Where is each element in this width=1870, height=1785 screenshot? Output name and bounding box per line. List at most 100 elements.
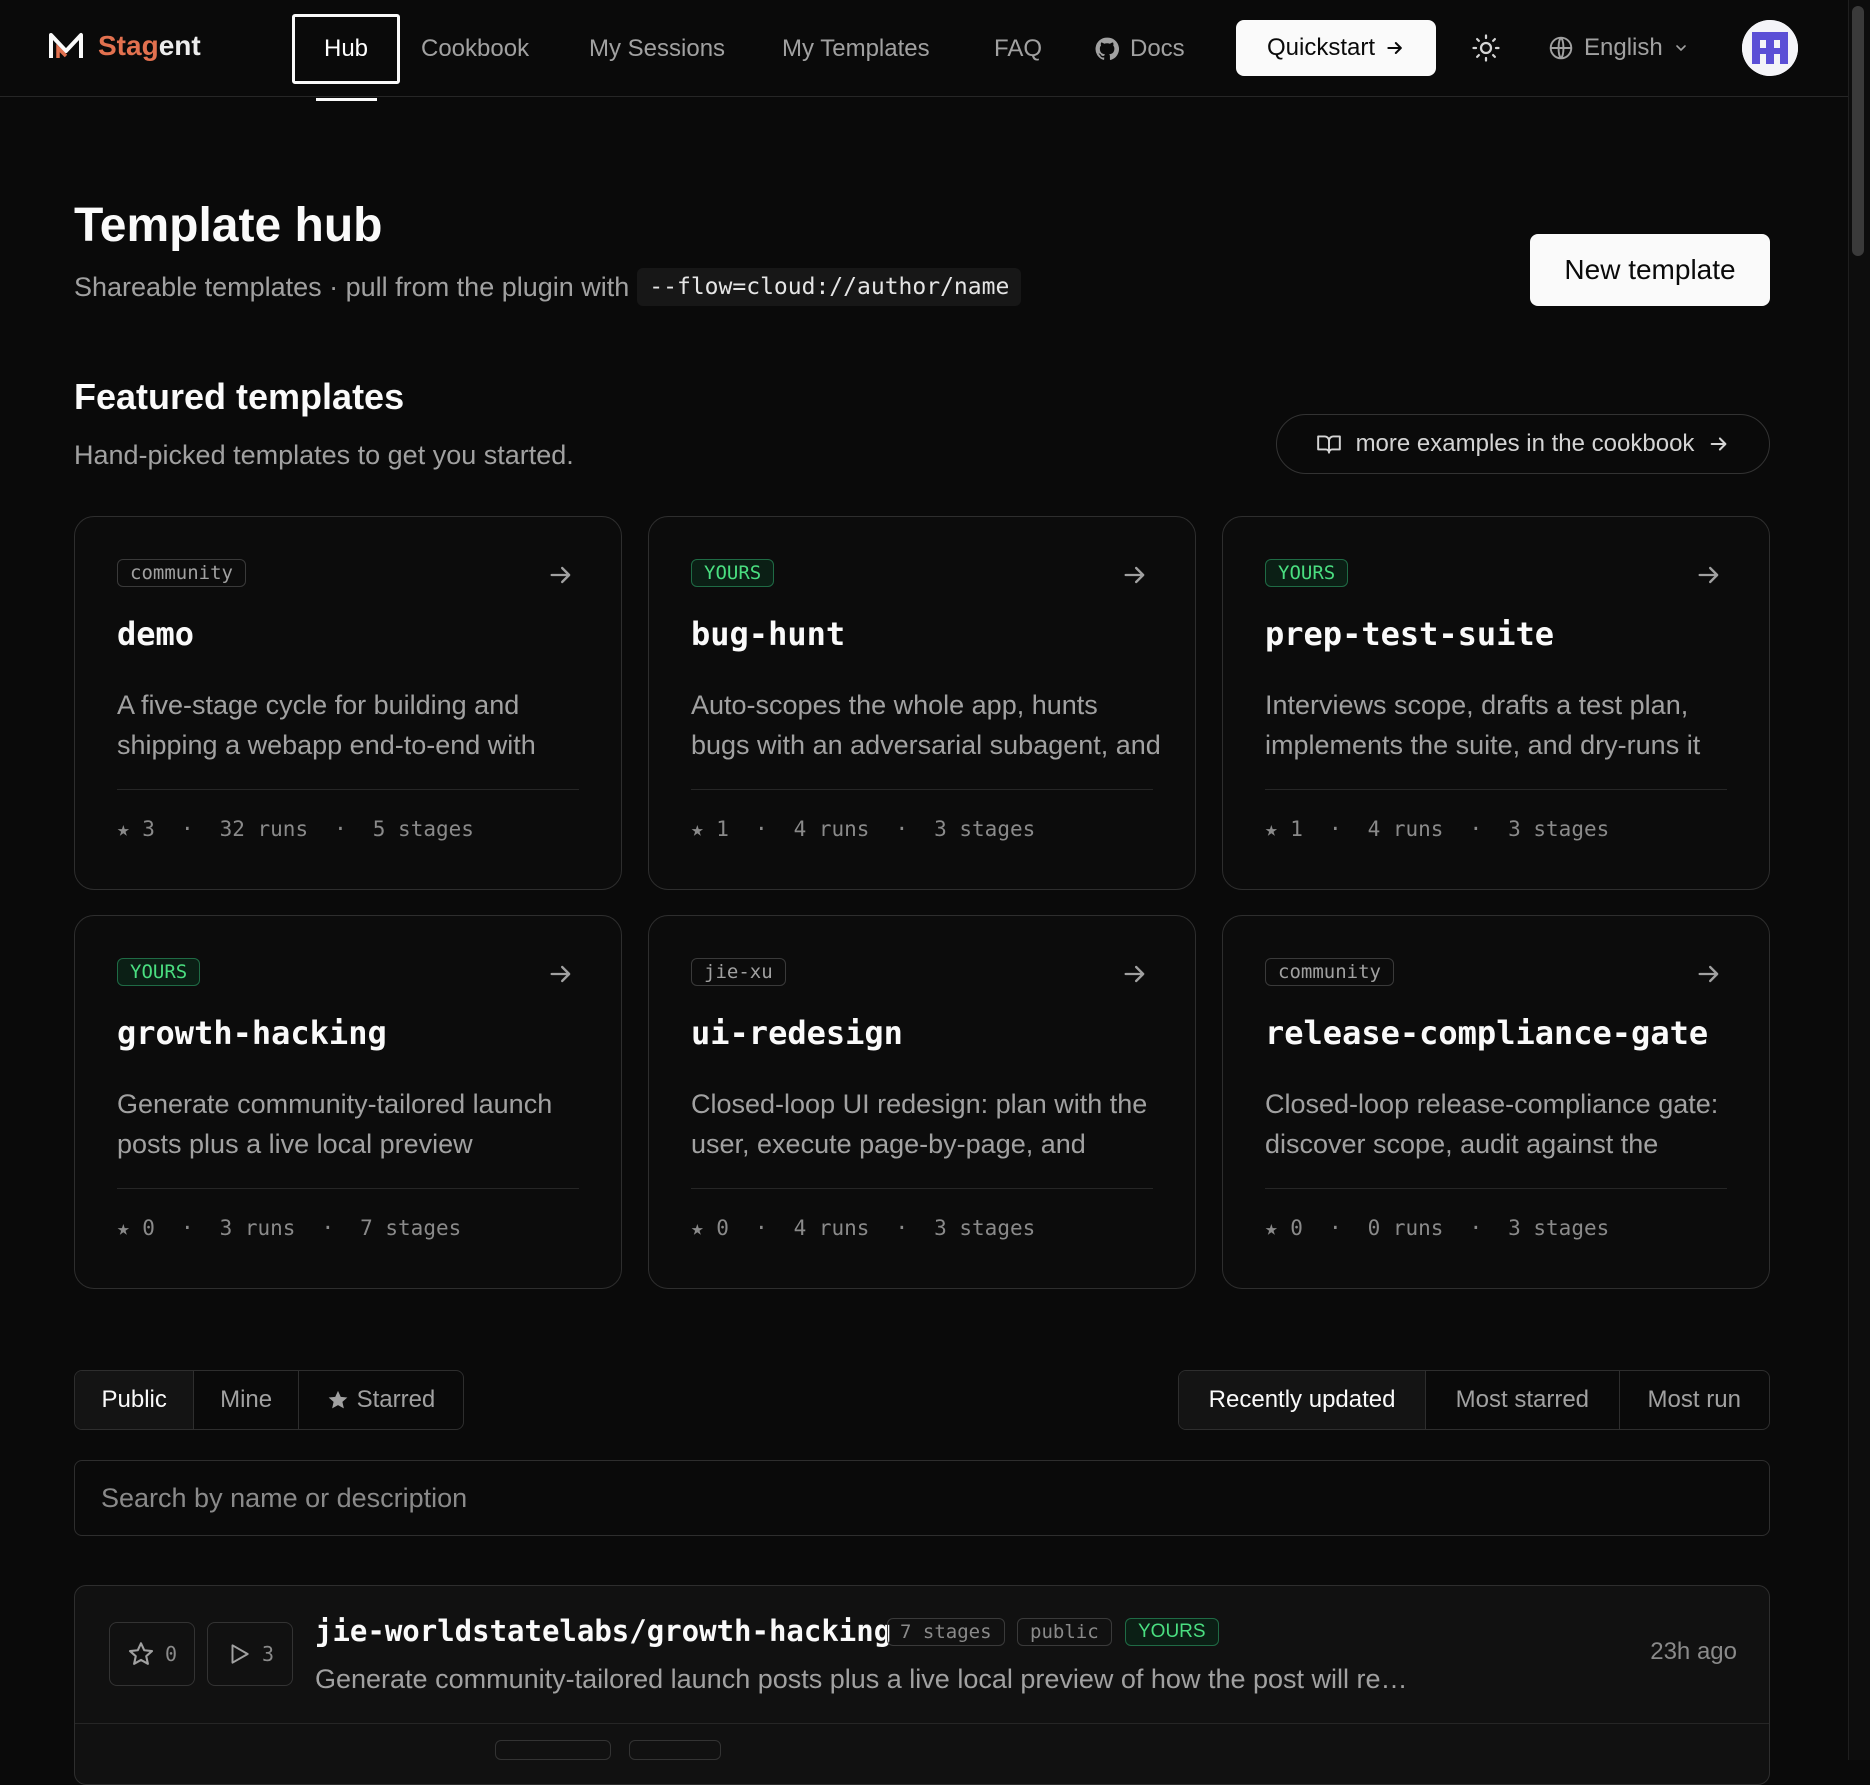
language-select[interactable]: English <box>1548 28 1689 68</box>
card-description: Closed-loop UI redesign: plan with the u… <box>691 1089 1148 1159</box>
card-description: Closed-loop release-compliance gate: dis… <box>1265 1089 1719 1159</box>
arrow-right-icon[interactable] <box>1119 958 1151 990</box>
card-description: A five-stage cycle for building and ship… <box>117 690 536 760</box>
card-stars: ★ 0 <box>691 1216 729 1240</box>
featured-card-bug-hunt[interactable]: YOURS bug-hunt Auto-scopes the whole app, … <box>648 516 1196 890</box>
brand-logo[interactable]: Stagent <box>48 30 201 62</box>
active-nav-indicator <box>316 98 377 101</box>
stat-separator: · <box>895 1216 909 1240</box>
yours-badge: YOURS <box>1125 1618 1219 1646</box>
subtitle-text: Shareable templates · pull from the plug… <box>74 271 630 302</box>
github-icon <box>1095 37 1120 60</box>
stat-separator: · <box>754 1216 768 1240</box>
star-icon <box>328 1390 347 1409</box>
card-stages: 3 stages <box>934 817 1036 841</box>
stat-separator: · <box>1469 1216 1483 1240</box>
page-scrollbar[interactable] <box>1848 0 1870 1760</box>
card-stars: ★ 1 <box>1265 817 1303 841</box>
card-badge: YOURS <box>691 559 775 587</box>
stat-separator: · <box>1328 817 1342 841</box>
play-icon <box>231 1644 249 1664</box>
featured-card-growth-hacking[interactable]: YOURS growth-hacking Generate community-ta… <box>74 915 622 1289</box>
featured-card-ui-redesign[interactable]: jie-xu ui-redesign Closed-loop UI redesign… <box>648 915 1196 1289</box>
stat-separator: · <box>334 817 347 841</box>
nav-my-sessions[interactable]: My Sessions <box>589 14 725 84</box>
quickstart-button[interactable]: Quickstart <box>1236 20 1436 76</box>
arrow-right-icon[interactable] <box>545 958 577 990</box>
arrow-right-icon[interactable] <box>1119 559 1151 591</box>
stat-separator: · <box>754 817 768 841</box>
run-button[interactable]: 3 <box>207 1622 293 1686</box>
user-avatar[interactable] <box>1742 20 1798 76</box>
card-title: ui-redesign <box>691 1014 903 1052</box>
stages-tag: 7 stages <box>887 1618 1005 1646</box>
sort-most-run[interactable]: Most run <box>1620 1371 1769 1429</box>
filter-public[interactable]: Public <box>75 1371 195 1429</box>
nav-cookbook[interactable]: Cookbook <box>421 14 529 84</box>
logo-mark-icon <box>49 33 83 58</box>
card-title: prep-test-suite <box>1265 615 1554 653</box>
star-outline-icon <box>128 1642 153 1665</box>
arrow-right-icon[interactable] <box>1693 559 1725 591</box>
card-runs: 4 runs <box>793 817 870 841</box>
template-list: 0 3 jie-worldstatelabs/growth-hacking 7 … <box>74 1585 1770 1785</box>
card-divider <box>691 789 1153 790</box>
filter-mine[interactable]: Mine <box>194 1371 299 1429</box>
next-row-tag <box>495 1740 611 1760</box>
arrow-right-icon[interactable] <box>1693 958 1725 990</box>
sort-filter: Recently updated Most starred Most run <box>1178 1370 1770 1430</box>
card-stars: ★ 1 <box>691 817 729 841</box>
theme-toggle-button[interactable] <box>1466 28 1506 68</box>
card-stats: ★ 1 · 4 runs · 3 stages <box>691 817 1035 841</box>
filter-starred-label: Starred <box>356 1386 436 1413</box>
card-description: Auto-scopes the whole app, hunts bugs wi… <box>691 690 1161 760</box>
visibility-tag: public <box>1017 1618 1112 1646</box>
nav-docs-label: Docs <box>1130 35 1185 62</box>
nav-faq[interactable]: FAQ <box>994 14 1042 84</box>
star-button[interactable]: 0 <box>109 1622 195 1686</box>
card-badge: community <box>1265 958 1394 986</box>
card-runs: 0 runs <box>1367 1216 1444 1240</box>
featured-card-prep-test-suite[interactable]: YOURS prep-test-suite Interviews scope, dr… <box>1222 516 1770 890</box>
sort-recently-updated[interactable]: Recently updated <box>1179 1371 1427 1429</box>
card-stages: 3 stages <box>1508 1216 1610 1240</box>
top-nav: Stagent Hub Cookbook My Sessions My Temp… <box>0 0 1848 101</box>
next-row-tag <box>629 1740 721 1760</box>
card-badge: YOURS <box>1265 559 1349 587</box>
nav-my-templates[interactable]: My Templates <box>782 14 930 84</box>
avatar-pattern-icon <box>1742 20 1798 76</box>
template-row[interactable]: 0 3 jie-worldstatelabs/growth-hacking 7 … <box>75 1586 1769 1724</box>
nav-docs[interactable]: Docs <box>1094 14 1185 84</box>
card-divider <box>117 1188 579 1189</box>
template-full-name[interactable]: jie-worldstatelabs/growth-hacking <box>315 1614 891 1648</box>
nav-hub[interactable]: Hub <box>292 14 400 84</box>
scrollbar-thumb[interactable] <box>1852 6 1864 256</box>
stat-separator: · <box>321 1216 335 1240</box>
globe-icon <box>1549 36 1573 60</box>
card-runs: 3 runs <box>219 1216 296 1240</box>
cookbook-link[interactable]: more examples in the cookbook <box>1276 414 1770 474</box>
card-stars: ★ 3 <box>117 817 155 841</box>
cookbook-link-label: more examples in the cookbook <box>1355 430 1695 457</box>
sort-most-starred[interactable]: Most starred <box>1426 1371 1620 1429</box>
card-stars: ★ 0 <box>1265 1216 1303 1240</box>
card-stages: 7 stages <box>360 1216 462 1240</box>
scope-filter: Public Mine Starred <box>74 1370 464 1430</box>
card-stages: 5 stages <box>372 817 474 841</box>
updated-time: 23h ago <box>1650 1638 1737 1665</box>
featured-card-release-compliance-gate[interactable]: community release-compliance-gate Closed-l… <box>1222 915 1770 1289</box>
quickstart-label: Quickstart <box>1266 34 1376 61</box>
stat-separator: · <box>895 817 909 841</box>
card-description: Interviews scope, drafts a test plan, im… <box>1265 690 1701 760</box>
card-badge: community <box>117 559 246 587</box>
card-description: Generate community-tailored launch posts… <box>117 1089 553 1159</box>
arrow-right-icon[interactable] <box>545 559 577 591</box>
search-input[interactable] <box>74 1460 1770 1536</box>
page-subtitle: Shareable templates · pull from the plug… <box>74 268 1022 306</box>
star-count: 0 <box>164 1642 178 1666</box>
featured-card-demo[interactable]: community demo A five-stage cycle for buil… <box>74 516 622 890</box>
new-template-button[interactable]: New template <box>1530 234 1770 306</box>
card-runs: 4 runs <box>1367 817 1444 841</box>
filter-starred[interactable]: Starred <box>299 1371 463 1429</box>
card-stages: 3 stages <box>1508 817 1610 841</box>
